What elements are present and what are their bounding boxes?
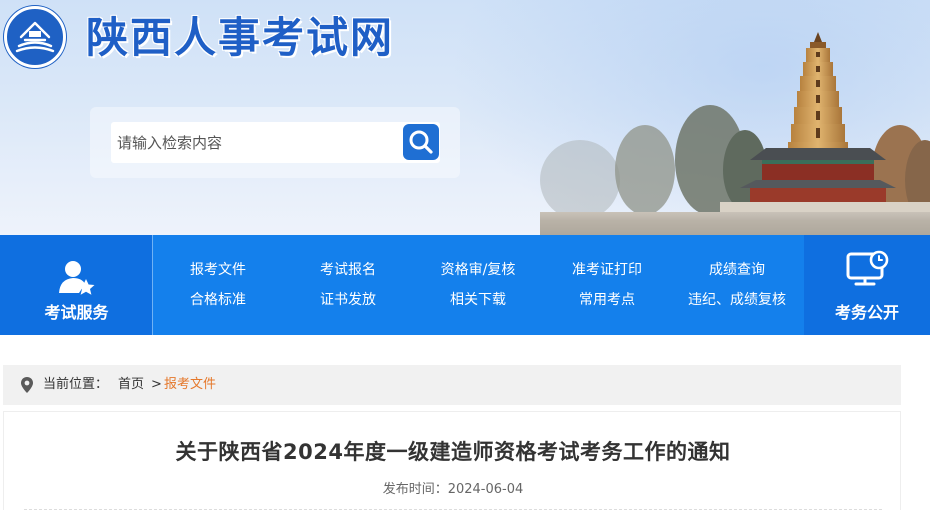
location-pin-icon: [21, 377, 33, 393]
breadcrumb-current-link[interactable]: 报考文件: [164, 376, 216, 394]
logo-emblem-icon: [15, 21, 55, 53]
search-button[interactable]: [403, 124, 439, 160]
exam-service-section[interactable]: 考试服务: [0, 235, 153, 335]
publish-time-label: 发布时间：: [382, 482, 448, 497]
breadcrumb-separator: >: [151, 377, 162, 392]
user-service-icon: [59, 261, 95, 295]
search-input[interactable]: [111, 122, 440, 163]
exam-affairs-public-label: 考务公开: [834, 303, 899, 322]
article-meta: 发布时间：2024-06-04: [4, 478, 902, 497]
nav-link-admission-ticket[interactable]: 准考证打印: [542, 260, 672, 280]
exam-service-label: 考试服务: [44, 303, 109, 322]
monitor-icon: [846, 250, 889, 286]
nav-link-score-query[interactable]: 成绩查询: [672, 260, 802, 280]
search-icon: [409, 130, 433, 154]
exam-affairs-public-section[interactable]: 考务公开: [804, 235, 930, 335]
nav-link-qualification-review[interactable]: 资格审/复核: [413, 260, 543, 280]
nav-link-certificate-issue[interactable]: 证书发放: [283, 290, 413, 310]
site-logo[interactable]: [4, 6, 66, 68]
pagoda: [788, 32, 848, 154]
publish-date: 2024-06-04: [447, 482, 524, 497]
nav-link-exam-signup[interactable]: 考试报名: [283, 260, 413, 280]
site-title: 陕西人事考试网: [86, 13, 395, 62]
breadcrumb-label: 当前位置：: [43, 377, 109, 392]
article-panel: 关于陕西省2024年度一级建造师资格考试考务工作的通知 发布时间：2024-06…: [3, 411, 901, 510]
article-title: 关于陕西省2024年度一级建造师资格考试考务工作的通知: [175, 440, 731, 464]
pagoda-scene-illustration: [540, 32, 930, 236]
breadcrumb-home-link[interactable]: 首页: [118, 376, 144, 394]
nav-link-violation-review[interactable]: 违纪、成绩复核: [672, 290, 802, 310]
nav-link-exam-sites[interactable]: 常用考点: [542, 290, 672, 310]
nav-link-pass-standard[interactable]: 合格标准: [153, 290, 283, 310]
main-nav: 考试服务 报考文件 考试报名 资格审/复核 准考证打印 成绩查询 合格标准 证书…: [0, 235, 930, 335]
nav-link-downloads[interactable]: 相关下载: [413, 290, 543, 310]
breadcrumb: 当前位置： 首页 > 报考文件: [3, 365, 901, 405]
header-banner: 陕西人事考试网: [0, 0, 930, 236]
nav-link-registration-docs[interactable]: 报考文件: [153, 260, 283, 280]
